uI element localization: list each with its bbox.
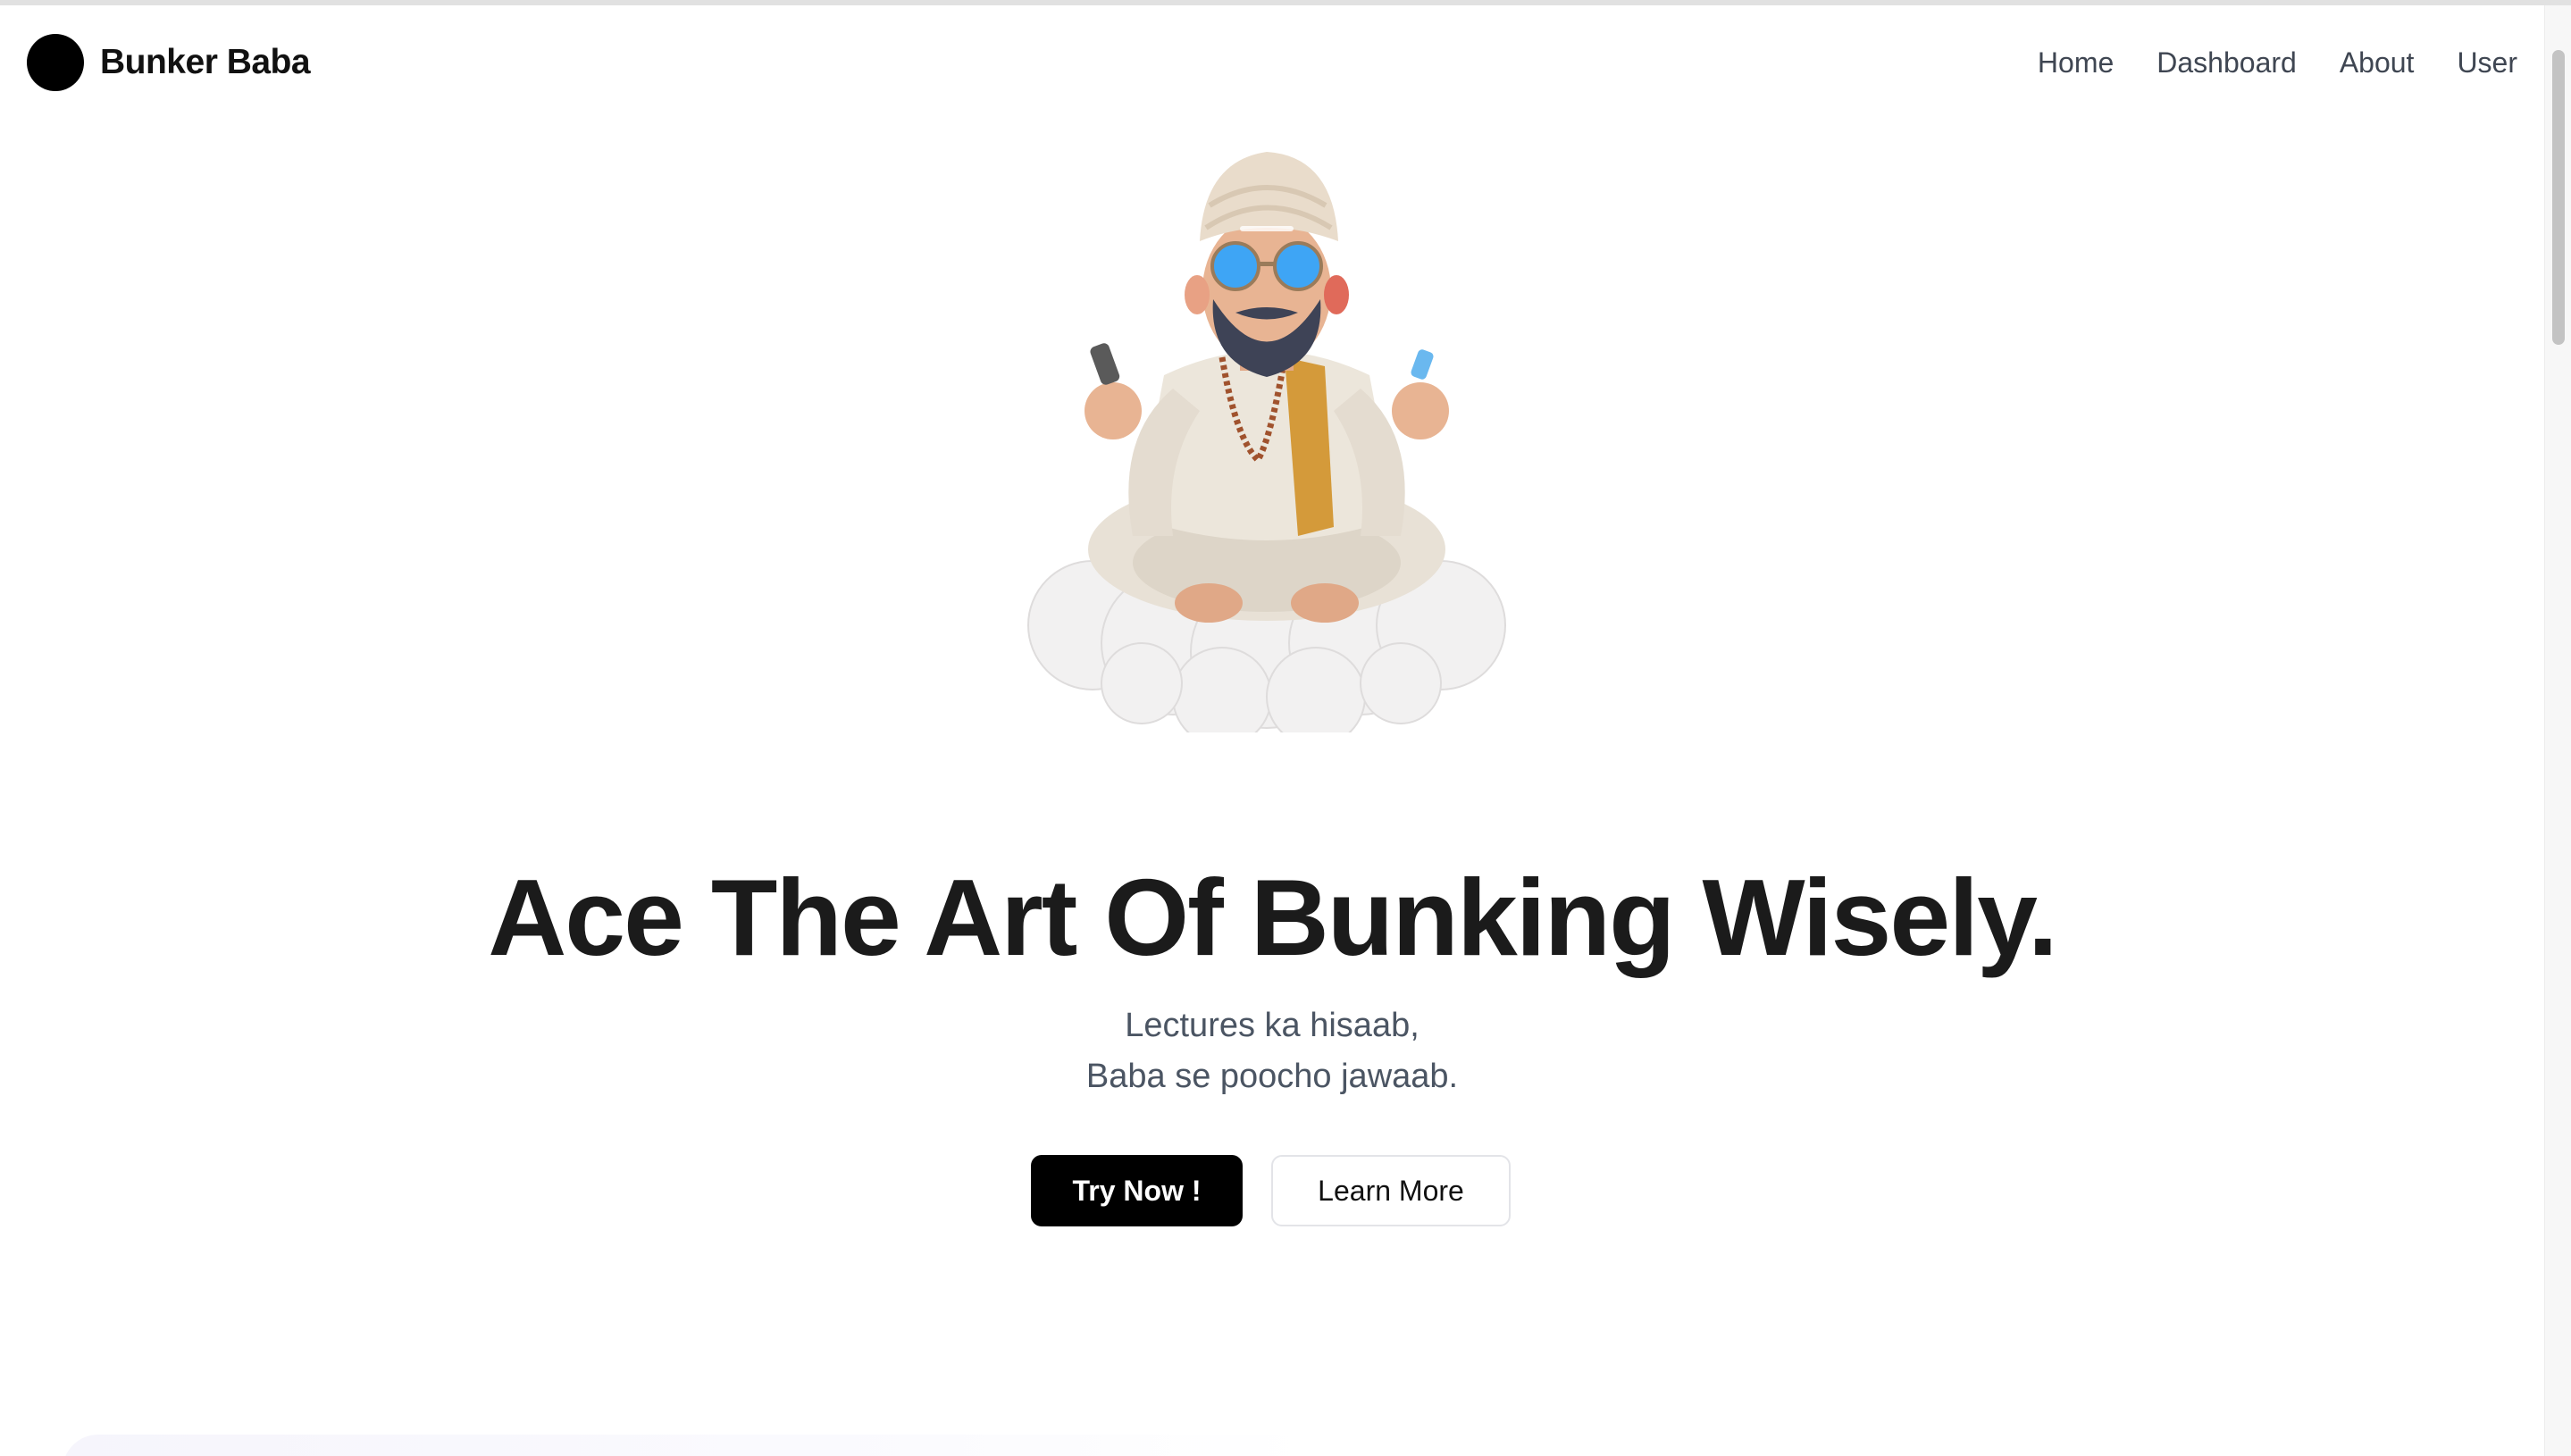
nav-link-about[interactable]: About <box>2340 46 2415 79</box>
scrollbar-thumb[interactable] <box>2552 50 2565 345</box>
hero-illustration <box>999 143 1544 747</box>
navbar: Bunker Baba Home Dashboard About User <box>0 5 2544 120</box>
hero-subtitle: Lectures ka hisaab, Baba se poocho jawaa… <box>0 1000 2544 1102</box>
section-card-edge <box>63 1435 1313 1456</box>
baba-on-cloud-illustration-icon <box>1027 152 1506 747</box>
nav-links: Home Dashboard About User <box>2038 46 2517 79</box>
try-now-button[interactable]: Try Now ! <box>1031 1155 1243 1226</box>
nav-link-home[interactable]: Home <box>2038 46 2114 79</box>
subtitle-line-1: Lectures ka hisaab, <box>1125 1007 1419 1044</box>
hero-headline: Ace The Art Of Bunking Wisely. <box>488 857 2058 978</box>
brand[interactable]: Bunker Baba <box>27 34 311 91</box>
nav-link-dashboard[interactable]: Dashboard <box>2156 46 2297 79</box>
brand-name: Bunker Baba <box>100 43 311 81</box>
browser-viewport: Bunker Baba Home Dashboard About User Ac… <box>0 0 2571 1456</box>
subtitle-line-2: Baba se poocho jawaab. <box>1085 1058 1459 1095</box>
brand-logo-icon <box>27 34 84 91</box>
scrollbar[interactable] <box>2544 5 2571 1456</box>
nav-link-user[interactable]: User <box>2457 46 2517 79</box>
cta-buttons: Try Now ! Learn More <box>1031 1155 1511 1226</box>
learn-more-button[interactable]: Learn More <box>1271 1155 1511 1226</box>
